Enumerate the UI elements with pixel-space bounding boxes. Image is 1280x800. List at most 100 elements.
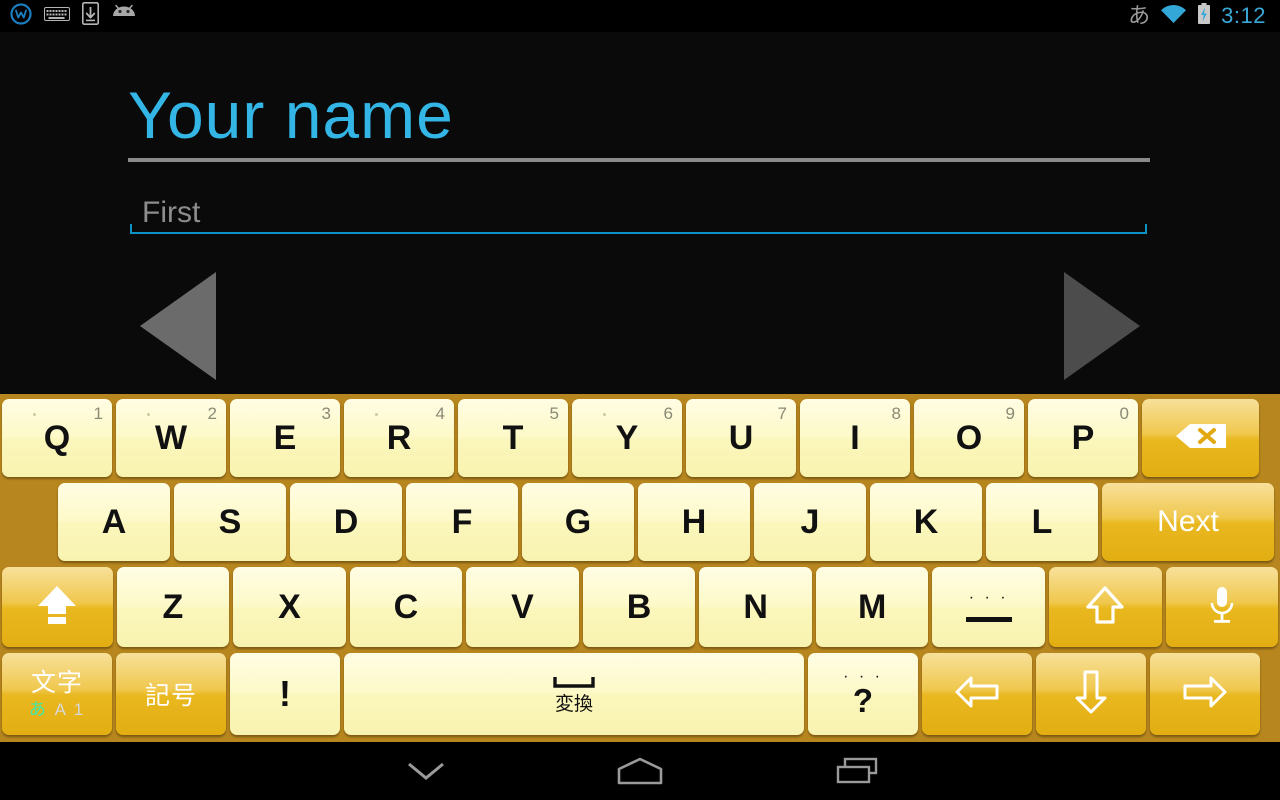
app-logo-icon [10, 2, 32, 30]
key-exclamation[interactable]: ! [230, 653, 340, 735]
row2-left-spacer [0, 480, 56, 564]
download-to-device-icon [82, 2, 99, 30]
key-label: Z [162, 588, 184, 626]
mode-hiragana-label: あ [28, 699, 48, 719]
ime-language-indicator: あ [1128, 3, 1151, 28]
key-w[interactable]: 2 W [116, 399, 226, 477]
key-hint: 6 [663, 404, 673, 423]
key-hint: 2 [207, 404, 217, 423]
arrow-up-key[interactable] [1048, 567, 1162, 647]
key-x[interactable]: X [233, 567, 346, 647]
key-u[interactable]: 7 U [686, 399, 796, 477]
arrow-right-key[interactable] [1150, 653, 1260, 735]
key-question[interactable]: · · · ? [808, 653, 918, 735]
key-m[interactable]: M [815, 567, 929, 647]
battery-charging-icon [1197, 2, 1211, 30]
key-d[interactable]: D [290, 483, 402, 561]
key-more-dots: · · · [843, 667, 883, 685]
key-hint: 5 [549, 404, 559, 423]
key-a[interactable]: A [58, 483, 170, 561]
key-label: U [728, 419, 754, 457]
key-y[interactable]: 6 Y [572, 399, 682, 477]
key-j[interactable]: J [754, 483, 866, 561]
key-e[interactable]: 3 E [230, 399, 340, 477]
key-v[interactable]: V [466, 567, 579, 647]
symbol-mode-label: 記号 [144, 682, 197, 710]
key-r[interactable]: 4 R [344, 399, 454, 477]
key-long-vowel-dash[interactable]: · · · [932, 567, 1045, 647]
key-hint: 0 [1119, 404, 1129, 423]
key-k[interactable]: K [870, 483, 982, 561]
arrow-left-key[interactable] [922, 653, 1032, 735]
key-i[interactable]: 8 I [800, 399, 910, 477]
status-bar-system[interactable]: あ 3:12 [1128, 2, 1280, 30]
key-q[interactable]: 1 Q [2, 399, 112, 477]
key-label: ? [852, 681, 874, 719]
mode-number-label: 1 [73, 699, 86, 719]
recents-button[interactable] [827, 742, 887, 800]
key-p[interactable]: 0 P [1028, 399, 1138, 477]
wifi-icon [1160, 4, 1187, 29]
key-label: B [626, 588, 652, 626]
keyboard-row-1: 1 Q 2 W 3 E 4 R 5 T 6 Y 7 U 8 I 9 O 0 P [0, 396, 1280, 480]
backspace-key[interactable] [1142, 399, 1259, 477]
key-label: T [502, 419, 524, 457]
symbol-mode-key[interactable]: 記号 [116, 653, 226, 735]
key-hint: 9 [1005, 404, 1015, 423]
mode-character-key[interactable]: 文字 あ A 1 [2, 653, 112, 735]
key-label: W [154, 419, 188, 457]
key-hint: 4 [435, 404, 445, 423]
android-robot-icon [111, 4, 137, 28]
key-label: D [333, 503, 359, 541]
dash-glyph [965, 616, 1012, 622]
key-label: Q [43, 419, 71, 457]
space-convert-key[interactable]: 変換 [344, 653, 804, 735]
arrow-left-icon [953, 674, 1001, 715]
key-g[interactable]: G [522, 483, 634, 561]
page-title: Your name [128, 78, 454, 152]
key-t[interactable]: 5 T [458, 399, 568, 477]
keyboard-row-3: Z X C V B N M · · · [0, 564, 1280, 650]
key-label: V [511, 588, 534, 626]
key-label: F [451, 503, 473, 541]
key-h[interactable]: H [638, 483, 750, 561]
keyboard-icon [44, 5, 70, 28]
key-label: G [564, 503, 592, 541]
next-arrow-button[interactable] [1062, 270, 1142, 382]
arrow-down-key[interactable] [1036, 653, 1146, 735]
keyboard-row-2: A S D F G H J K L Next [0, 480, 1280, 564]
microphone-key[interactable] [1165, 567, 1279, 647]
key-b[interactable]: B [582, 567, 696, 647]
first-name-input[interactable] [130, 182, 1147, 244]
key-l[interactable]: L [986, 483, 1098, 561]
key-label: N [743, 588, 768, 626]
key-label: X [278, 588, 301, 626]
first-name-field-underline [130, 224, 1147, 234]
key-label: E [273, 419, 297, 457]
onscreen-keyboard[interactable]: 1 Q 2 W 3 E 4 R 5 T 6 Y 7 U 8 I 9 O 0 P … [0, 394, 1280, 742]
system-navigation-bar[interactable] [0, 742, 1280, 800]
status-bar-notifications[interactable] [0, 2, 137, 30]
key-f[interactable]: F [406, 483, 518, 561]
keyboard-row-4: 文字 あ A 1 記号 ! 変換 · · · ? [0, 650, 1280, 738]
status-bar: あ 3:12 [0, 0, 1280, 32]
shift-key[interactable] [2, 567, 113, 647]
key-c[interactable]: C [349, 567, 463, 647]
previous-arrow-button[interactable] [138, 270, 218, 382]
first-name-field-wrapper[interactable] [130, 182, 1147, 244]
hide-keyboard-button[interactable] [396, 742, 456, 800]
app-content-area: Your name [0, 32, 1280, 394]
key-label: O [955, 419, 983, 457]
key-n[interactable]: N [699, 567, 812, 647]
key-z[interactable]: Z [116, 567, 230, 647]
key-o[interactable]: 9 O [914, 399, 1024, 477]
enter-next-key[interactable]: Next [1102, 483, 1274, 561]
key-label: S [218, 503, 242, 541]
shift-arrow-icon [34, 582, 80, 633]
key-label: P [1071, 419, 1095, 457]
key-label: A [101, 503, 127, 541]
key-s[interactable]: S [174, 483, 286, 561]
key-label: C [393, 588, 419, 626]
home-button[interactable] [610, 742, 670, 800]
key-label: H [681, 503, 707, 541]
